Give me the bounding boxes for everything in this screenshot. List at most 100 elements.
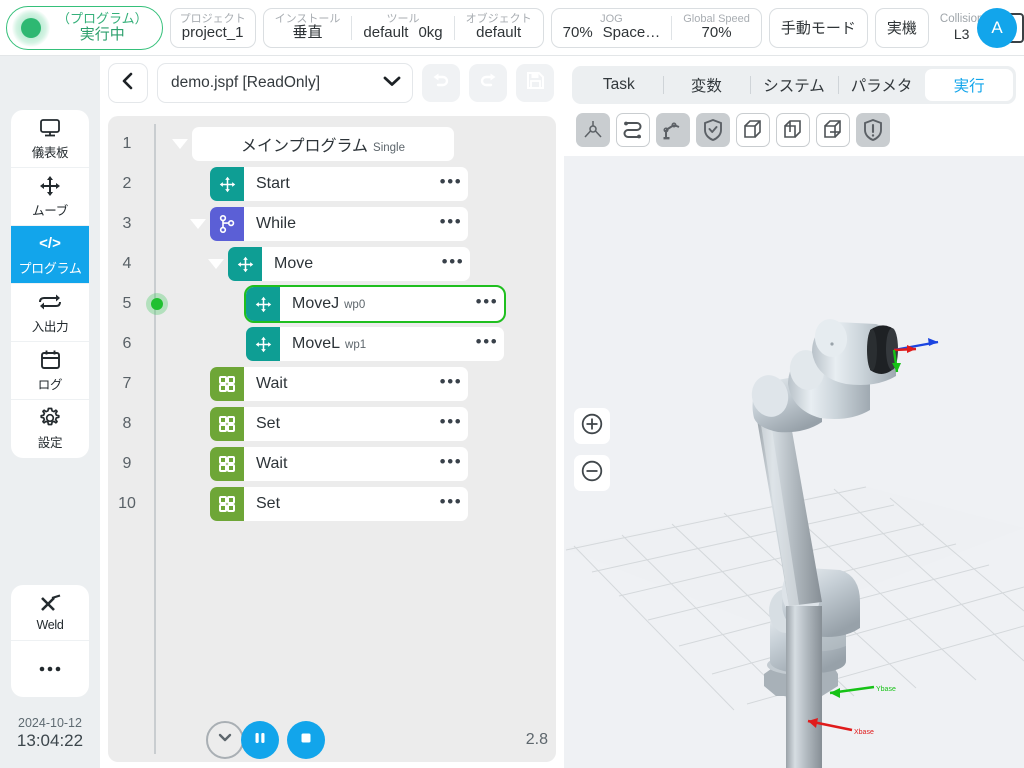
sidebar-item-label: 設定 [37, 436, 63, 450]
jog-segment[interactable]: JOG 70% Space… [552, 9, 672, 47]
row-menu-button[interactable]: ••• [434, 173, 468, 190]
cube-front-icon[interactable] [736, 113, 770, 147]
program-row[interactable]: 10 Set ••• [108, 484, 556, 524]
redo-icon [478, 72, 498, 95]
collapse-caret-icon[interactable] [204, 259, 228, 269]
tab-1[interactable]: Task [575, 69, 663, 101]
object-segment[interactable]: オブジェクト default [455, 9, 543, 47]
program-header: demo.jspf [ReadOnly] [100, 56, 564, 110]
sidebar-item-weld[interactable]: Weld [11, 585, 89, 641]
program-row[interactable]: 1 メインプログラム Single [108, 124, 556, 164]
avatar[interactable]: A [977, 8, 1017, 48]
program-block[interactable]: Start ••• [210, 167, 468, 201]
tool-segment[interactable]: ツール default 0kg [352, 9, 453, 47]
row-menu-button[interactable]: ••• [470, 293, 504, 310]
viewport-toolbar [564, 104, 1024, 147]
block-name: Start [256, 175, 290, 192]
redo-button[interactable] [469, 64, 507, 102]
tab-2[interactable]: 変数 [662, 69, 751, 101]
collapse-caret-icon[interactable] [186, 219, 210, 229]
axes-origin-icon[interactable] [576, 113, 610, 147]
program-row[interactable]: 4 Move ••• [108, 244, 556, 284]
sidebar-item-settings[interactable]: 設定 [11, 400, 89, 458]
axis-y-label: Ybase [876, 686, 896, 693]
program-row[interactable]: 2 Start ••• [108, 164, 556, 204]
program-row[interactable]: 6 MoveL wp1 ••• [108, 324, 556, 364]
program-block[interactable]: メインプログラム Single [192, 127, 454, 161]
save-button[interactable] [516, 64, 554, 102]
back-button[interactable] [108, 63, 148, 103]
tab-5[interactable]: 実行 [925, 69, 1013, 101]
chevron-down-icon [383, 74, 401, 92]
manual-mode-button[interactable]: 手動モード [768, 7, 868, 48]
install-segment[interactable]: インストール 垂直 [264, 9, 352, 47]
program-tree[interactable]: 1 メインプログラム Single 2 Start ••• 3 While ••• 4 Move ••… [108, 116, 556, 762]
row-menu-button[interactable]: ••• [436, 253, 470, 270]
row-menu-button[interactable]: ••• [434, 453, 468, 470]
install-tool-object-pill[interactable]: インストール 垂直 ツール default 0kg オブジェクト default [262, 7, 544, 48]
stop-icon [298, 730, 314, 751]
collapse-caret-icon[interactable] [168, 139, 192, 149]
row-menu-button[interactable]: ••• [434, 493, 468, 510]
program-row[interactable]: 8 Set ••• [108, 404, 556, 444]
program-block-label: MoveJ wp0 [280, 295, 470, 313]
program-block[interactable]: Wait ••• [210, 367, 468, 401]
cube-top-icon[interactable] [816, 113, 850, 147]
block-name: Move [274, 255, 314, 272]
program-block[interactable]: Set ••• [210, 407, 468, 441]
zoom-out-button[interactable] [574, 455, 610, 491]
row-menu-button[interactable]: ••• [434, 213, 468, 230]
tool-payload: 0kg [418, 24, 443, 42]
program-block[interactable]: Move ••• [228, 247, 470, 281]
trajectory-icon[interactable] [616, 113, 650, 147]
code-icon: </> [39, 235, 61, 252]
program-row[interactable]: 5 MoveJ wp0 ••• [108, 284, 556, 324]
robot-3d-viewport[interactable]: Ybase Xbase [564, 156, 1024, 768]
shield-check-icon[interactable] [696, 113, 730, 147]
version-label: 2.8 [525, 731, 548, 748]
sidebar-item-label: ログ [37, 377, 63, 392]
program-file-select[interactable]: demo.jspf [ReadOnly] [157, 63, 413, 103]
program-block[interactable]: MoveL wp1 ••• [246, 327, 504, 361]
cube-side-icon[interactable] [776, 113, 810, 147]
program-status-value: 実行中 [79, 26, 125, 44]
robot-3d-scene: Ybase Xbase [564, 319, 1024, 768]
grid-squares-icon [210, 447, 244, 481]
program-block[interactable]: MoveJ wp0 ••• [244, 285, 506, 323]
row-menu-button[interactable]: ••• [470, 333, 504, 350]
sidebar-item-program[interactable]: </> プログラム [11, 226, 89, 284]
sidebar-item-log[interactable]: ログ [11, 342, 89, 400]
real-machine-button[interactable]: 実機 [874, 7, 929, 48]
project-pill[interactable]: プロジェクト project_1 [169, 7, 256, 48]
global-speed-segment[interactable]: Global Speed 70% [672, 9, 761, 47]
row-number: 7 [122, 375, 132, 392]
program-row[interactable]: 3 While ••• [108, 204, 556, 244]
program-row[interactable]: 9 Wait ••• [108, 444, 556, 484]
program-block[interactable]: Wait ••• [210, 447, 468, 481]
sidebar-item-dashboard[interactable]: 儀表板 [11, 110, 89, 168]
move-arrows-icon [210, 167, 244, 201]
stop-button[interactable] [287, 721, 325, 759]
sidebar-item-io[interactable]: 入出力 [11, 284, 89, 342]
pause-button[interactable] [241, 721, 279, 759]
sidebar-item-more[interactable] [11, 641, 89, 697]
program-row[interactable]: 7 Wait ••• [108, 364, 556, 404]
row-menu-button[interactable]: ••• [434, 413, 468, 430]
undo-button[interactable] [422, 64, 460, 102]
program-block[interactable]: Set ••• [210, 487, 468, 521]
block-name: Wait [256, 375, 288, 392]
program-block[interactable]: While ••• [210, 207, 468, 241]
speed-pill[interactable]: JOG 70% Space… Global Speed 70% [550, 7, 762, 48]
sidebar-item-move[interactable]: ムーブ [11, 168, 89, 226]
program-panel: demo.jspf [ReadOnly] 1 メインプログラム Single 2… [100, 56, 564, 768]
robot-arm-icon[interactable] [656, 113, 690, 147]
running-status-dot [12, 8, 50, 47]
scroll-to-bottom-button[interactable] [206, 721, 244, 759]
tab-4[interactable]: パラメタ [837, 69, 926, 101]
tcp-axes [892, 338, 939, 373]
zoom-in-button[interactable] [574, 408, 610, 444]
shield-alert-icon[interactable] [856, 113, 890, 147]
row-menu-button[interactable]: ••• [434, 373, 468, 390]
chevron-left-icon [120, 72, 136, 95]
tab-3[interactable]: システム [750, 69, 838, 101]
